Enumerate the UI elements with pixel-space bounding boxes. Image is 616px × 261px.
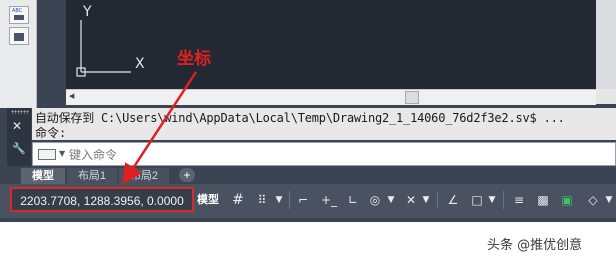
annotation-arrow — [122, 71, 198, 185]
watermark: 头条 @推优创意 — [487, 238, 583, 253]
annotation-label: 坐标 — [177, 49, 211, 69]
autocad-window: ABC Y X ◀ ✕ 🔧 自动保存到 C:\Users\wind\AppDat… — [0, 0, 616, 222]
